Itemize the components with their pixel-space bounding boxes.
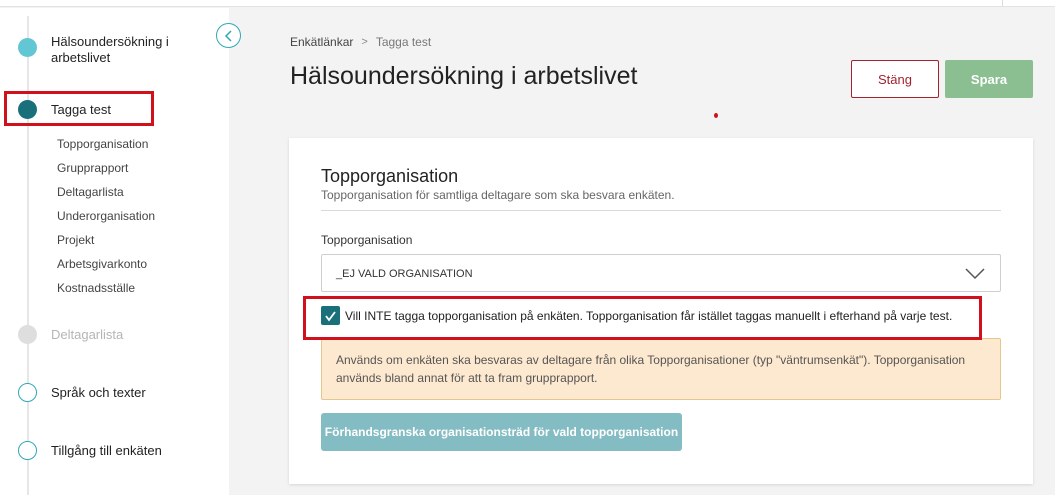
step-disabled-icon (18, 325, 37, 344)
step-label: Språk och texter (51, 385, 146, 400)
card-title: Topporganisation (321, 166, 459, 186)
chevron-left-icon (224, 29, 232, 42)
step-label: Deltagarlista (51, 327, 124, 342)
substep-arbetsgivarkonto[interactable]: Arbetsgivarkonto (57, 257, 147, 271)
topporganisation-select[interactable]: _EJ VALD ORGANISATION (321, 254, 1001, 292)
breadcrumb-separator: > (361, 36, 368, 48)
collapse-sidebar-button[interactable] (216, 23, 241, 48)
card-divider (321, 210, 1001, 211)
substep-grupprapport[interactable]: Grupprapport (57, 161, 128, 175)
stepper-timeline (27, 16, 29, 495)
step-label: Tillgång till enkäten (51, 443, 162, 458)
sidebar: Hälsoundersökning i arbetslivet Tagga te… (0, 8, 229, 495)
top-bar-divider (1002, 0, 1003, 7)
save-button[interactable]: Spara (945, 60, 1033, 98)
top-bar (0, 0, 1055, 7)
step-todo-icon (18, 441, 37, 460)
topporganisation-field-label: Topporganisation (321, 233, 413, 247)
highlight-box-checkbox (303, 296, 982, 340)
select-value: _EJ VALD ORGANISATION (336, 268, 473, 280)
breadcrumb: Enkätlänkar > Tagga test (290, 35, 431, 49)
red-dot-marker (714, 113, 718, 118)
step-todo-icon (18, 383, 37, 402)
substep-underorganisation[interactable]: Underorganisation (57, 209, 155, 223)
substep-projekt[interactable]: Projekt (57, 233, 94, 247)
chevron-down-icon (965, 268, 985, 280)
info-notice: Används om enkäten ska besvaras av delta… (321, 338, 1001, 400)
preview-org-tree-button[interactable]: Förhandsgranska organisationsträd för va… (321, 413, 682, 451)
step-done-icon (18, 38, 37, 57)
card-subtitle: Topporganisation för samtliga deltagare … (321, 188, 675, 202)
substep-deltagarlista[interactable]: Deltagarlista (57, 185, 124, 199)
page-title: Hälsoundersökning i arbetslivet (290, 62, 638, 90)
breadcrumb-current: Tagga test (375, 35, 432, 49)
step-label: Hälsoundersökning i arbetslivet (51, 34, 169, 65)
substep-kostnadsstalle[interactable]: Kostnadsställe (57, 281, 135, 295)
substep-topporganisation[interactable]: Topporganisation (57, 137, 148, 151)
breadcrumb-parent-link[interactable]: Enkätlänkar (290, 35, 353, 49)
close-button[interactable]: Stäng (851, 60, 939, 98)
highlight-box-step (4, 91, 154, 126)
